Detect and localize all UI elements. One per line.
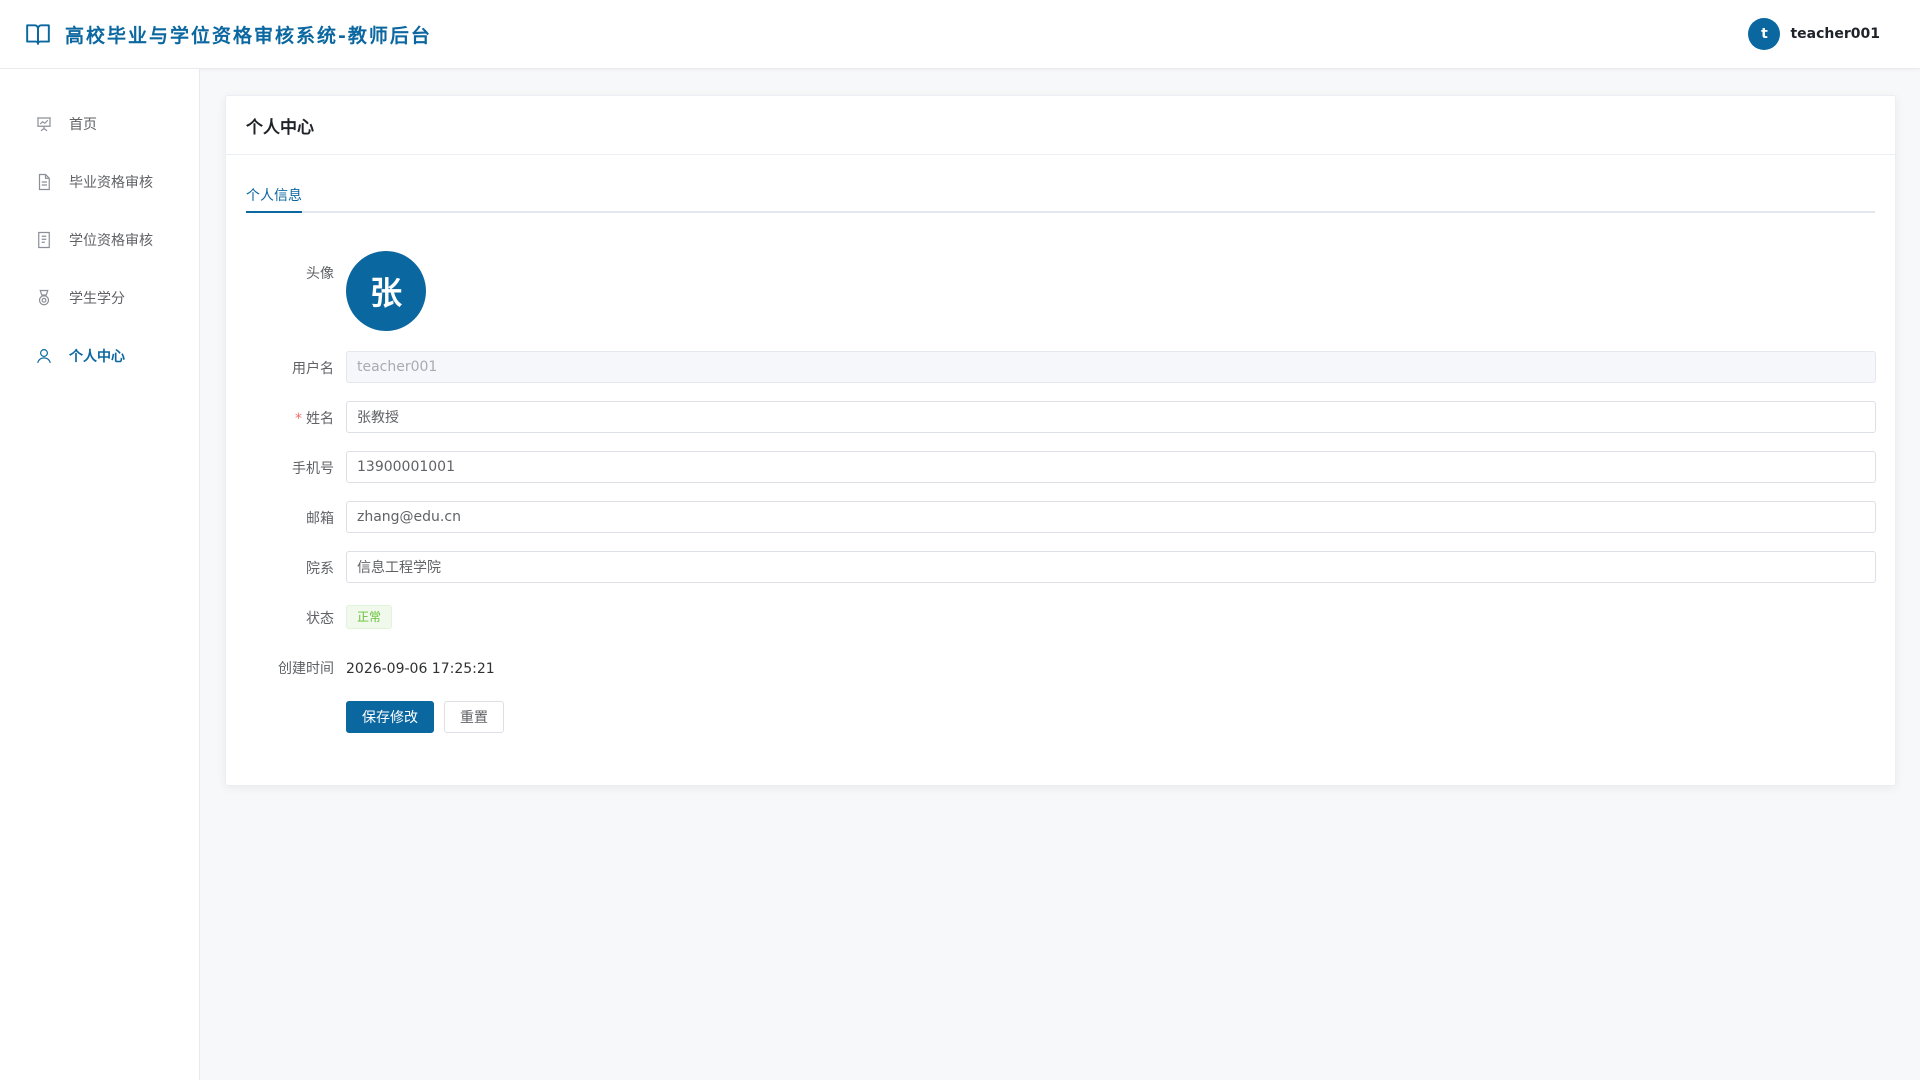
email-label: 邮箱 — [306, 511, 334, 527]
department-input[interactable] — [346, 551, 1876, 583]
app-title: 高校毕业与学位资格审核系统-教师后台 — [65, 24, 432, 47]
tab-personal-info[interactable]: 个人信息 — [246, 175, 302, 213]
reset-button[interactable]: 重置 — [444, 701, 504, 733]
tab-bar: 个人信息 — [246, 175, 1875, 213]
profile-avatar[interactable]: 张 — [346, 251, 426, 331]
name-input[interactable] — [346, 401, 1876, 433]
username-label: 用户名 — [292, 361, 334, 377]
medal-icon — [38, 289, 50, 306]
sidebar-item-label: 学位资格审核 — [69, 233, 153, 249]
username-input — [346, 351, 1876, 383]
card-header: 个人中心 — [226, 96, 1895, 155]
status-badge: 正常 — [346, 605, 393, 629]
sidebar-item-home[interactable]: 首页 — [0, 95, 199, 153]
department-label: 院系 — [306, 561, 334, 577]
sidebar-item-degree-review[interactable]: 学位资格审核 — [0, 211, 199, 269]
avatar-label: 头像 — [306, 266, 334, 282]
top-header: 高校毕业与学位资格审核系统-教师后台 t teacher001 — [0, 0, 1920, 69]
user-avatar[interactable]: t — [1748, 18, 1781, 50]
sidebar: 首页 毕业资格审核 学位资格审核 学生学分 个人中心 — [0, 69, 200, 1080]
user-menu[interactable]: t teacher001 — [1748, 18, 1880, 50]
created-time: 2026-09-06 17:25:21 — [346, 661, 495, 677]
book-icon — [26, 24, 50, 45]
sidebar-item-label: 毕业资格审核 — [69, 175, 153, 191]
sidebar-item-label: 个人中心 — [69, 349, 125, 365]
email-input[interactable] — [346, 501, 1876, 533]
document-list-icon — [38, 231, 50, 249]
sidebar-item-profile[interactable]: 个人中心 — [0, 327, 199, 385]
status-label: 状态 — [306, 611, 334, 627]
page-title: 个人中心 — [246, 117, 314, 138]
user-name[interactable]: teacher001 — [1790, 26, 1880, 42]
brand: 高校毕业与学位资格审核系统-教师后台 — [25, 21, 432, 48]
save-button[interactable]: 保存修改 — [346, 701, 434, 733]
phone-input[interactable] — [346, 451, 1876, 483]
sidebar-item-student-credits[interactable]: 学生学分 — [0, 269, 199, 327]
sidebar-item-label: 首页 — [69, 117, 97, 133]
user-icon — [37, 349, 51, 363]
sidebar-item-label: 学生学分 — [69, 291, 125, 307]
profile-card: 个人中心 个人信息 头像 张 用户名 *姓名 手机号 — [225, 95, 1896, 786]
required-mark: * — [295, 411, 302, 427]
dashboard-icon — [37, 117, 51, 132]
sidebar-item-graduation-review[interactable]: 毕业资格审核 — [0, 153, 199, 211]
name-label: * 姓名 — [295, 411, 334, 427]
document-icon — [38, 173, 50, 191]
phone-label: 手机号 — [292, 461, 334, 477]
created-label: 创建时间 — [278, 661, 334, 677]
